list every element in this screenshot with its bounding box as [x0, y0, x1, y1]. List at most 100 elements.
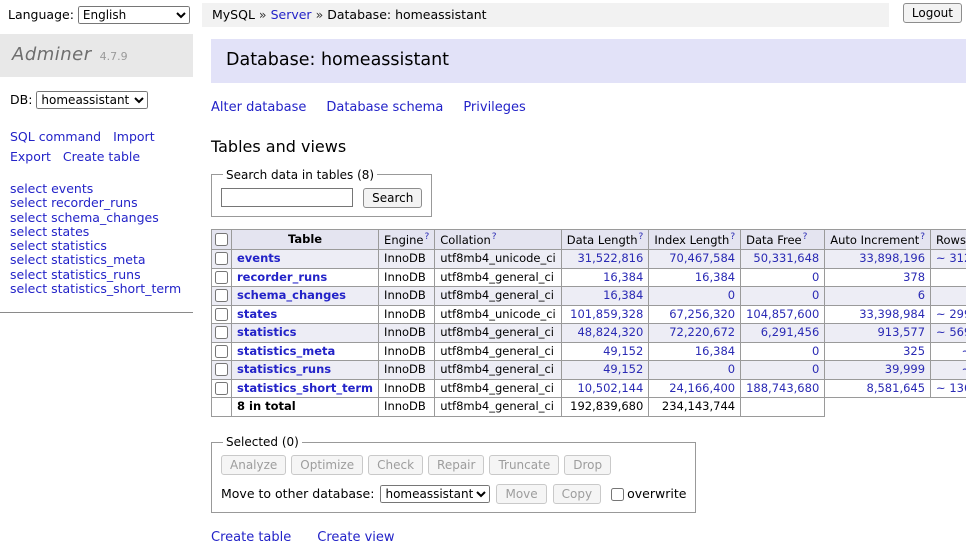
selected-legend: Selected (0) — [223, 434, 302, 450]
db-selector-row: DB:homeassistant — [0, 89, 193, 117]
col-header-table: Table — [232, 229, 379, 249]
cell-auto-increment: 378 — [825, 268, 931, 287]
row-checkbox-cell — [212, 342, 232, 361]
sidebar-select-statistics-meta[interactable]: select statistics_meta — [10, 253, 183, 266]
nav-link-privileges[interactable]: Privileges — [463, 100, 526, 115]
row-checkbox[interactable] — [215, 252, 228, 265]
sidebar-select-events[interactable]: select events — [10, 182, 183, 195]
action-button-repair[interactable]: Repair — [428, 455, 484, 475]
cell-engine: InnoDB — [379, 342, 435, 361]
sidebar-select-schema-changes[interactable]: select schema_changes — [10, 211, 183, 224]
action-button-truncate[interactable]: Truncate — [489, 455, 559, 475]
breadcrumb-current: Database: homeassistant — [327, 7, 486, 22]
cell-index-length: 16,384 — [649, 268, 741, 287]
search-input[interactable] — [221, 188, 353, 207]
select-all-checkbox[interactable] — [215, 233, 228, 246]
sidebar-link-create-table[interactable]: Create table — [63, 149, 140, 164]
overwrite-checkbox[interactable] — [611, 488, 624, 501]
sidebar-link-import[interactable]: Import — [113, 129, 155, 144]
nav-link-database-schema[interactable]: Database schema — [326, 100, 443, 115]
help-link[interactable]: ? — [492, 232, 497, 242]
move-button[interactable]: Move — [496, 484, 546, 504]
move-label: Move to other database: — [221, 486, 374, 503]
action-button-optimize[interactable]: Optimize — [291, 455, 363, 475]
table-link-schema-changes[interactable]: schema_changes — [237, 288, 346, 302]
sidebar-select-recorder-runs[interactable]: select recorder_runs — [10, 196, 183, 209]
action-button-drop[interactable]: Drop — [564, 455, 611, 475]
row-checkbox[interactable] — [215, 382, 228, 395]
search-button[interactable]: Search — [363, 188, 422, 208]
row-checkbox-cell — [212, 324, 232, 343]
table-link-statistics-runs[interactable]: statistics_runs — [237, 362, 331, 376]
row-checkbox[interactable] — [215, 326, 228, 339]
row-checkbox[interactable] — [215, 289, 228, 302]
help-link[interactable]: ? — [803, 232, 808, 242]
col-header-collation: Collation? — [435, 229, 562, 249]
sidebar-link-sql-command[interactable]: SQL command — [10, 129, 101, 144]
language-select[interactable]: English — [78, 6, 190, 24]
tables-heading: Tables and views — [211, 136, 966, 158]
table-row: statesInnoDButf8mb4_unicode_ci101,859,32… — [212, 305, 966, 324]
action-button-analyze[interactable]: Analyze — [221, 455, 286, 475]
cell-collation: utf8mb4_unicode_ci — [435, 250, 562, 269]
sidebar-select-statistics[interactable]: select statistics — [10, 239, 183, 252]
table-link-statistics-meta[interactable]: statistics_meta — [237, 344, 335, 358]
move-db-select[interactable]: homeassistant — [380, 485, 490, 503]
link-create-view[interactable]: Create view — [317, 530, 394, 543]
db-select[interactable]: homeassistant — [36, 91, 148, 109]
sidebar-select-statistics-short-term[interactable]: select statistics_short_term — [10, 282, 183, 295]
cell-data-free: 0 — [741, 361, 825, 380]
cell-table-name: recorder_runs — [232, 268, 379, 287]
cell-data-free: 188,743,680 — [741, 379, 825, 398]
action-button-check[interactable]: Check — [368, 455, 423, 475]
cell-data-length: 48,824,320 — [561, 324, 649, 343]
breadcrumb: MySQL»Server»Database: homeassistant — [202, 3, 889, 27]
link-create-table[interactable]: Create table — [211, 530, 291, 543]
cell-data-length: 16,384 — [561, 268, 649, 287]
help-link[interactable]: ? — [424, 232, 429, 242]
cell-auto-increment: 39,999 — [825, 361, 931, 380]
cell-rows: ~ 569,159 — [931, 324, 966, 343]
row-checkbox[interactable] — [215, 345, 228, 358]
breadcrumb-separator: » — [316, 7, 324, 22]
table-link-states[interactable]: states — [237, 307, 277, 321]
cell-rows: ~ 136,108 — [931, 379, 966, 398]
help-link[interactable]: ? — [730, 232, 735, 242]
table-link-statistics-short-term[interactable]: statistics_short_term — [237, 381, 373, 395]
overwrite-label: overwrite — [627, 486, 686, 503]
sidebar-link-export[interactable]: Export — [10, 149, 51, 164]
col-header-data-length: Data Length? — [561, 229, 649, 249]
table-link-events[interactable]: events — [237, 251, 281, 265]
logout-button[interactable]: Logout — [903, 3, 962, 23]
sidebar-select-states[interactable]: select states — [10, 225, 183, 238]
table-link-recorder-runs[interactable]: recorder_runs — [237, 270, 327, 284]
cell-rows: ~ 312,180 — [931, 250, 966, 269]
col-header-engine: Engine? — [379, 229, 435, 249]
cell-auto-increment: 6 — [825, 287, 931, 306]
overwrite-option: overwrite — [611, 486, 686, 503]
copy-button[interactable]: Copy — [553, 484, 601, 504]
row-checkbox[interactable] — [215, 308, 228, 321]
cell-index-length: 0 — [649, 287, 741, 306]
cell-table-name: schema_changes — [232, 287, 379, 306]
app-title: Adminer 4.7.9 — [0, 34, 193, 77]
row-checkbox[interactable] — [215, 363, 228, 376]
cell-table-name: statistics_short_term — [232, 379, 379, 398]
cell-rows: ~ 5 — [931, 268, 966, 287]
cell-engine: InnoDB — [379, 361, 435, 380]
sidebar-select-statistics-runs[interactable]: select statistics_runs — [10, 268, 183, 281]
cell-collation: utf8mb4_general_ci — [435, 342, 562, 361]
help-link[interactable]: ? — [639, 232, 644, 242]
cell-index-length: 70,467,584 — [649, 250, 741, 269]
row-checkbox[interactable] — [215, 271, 228, 284]
help-link[interactable]: ? — [920, 232, 925, 242]
database-nav-links: Alter database Database schema Privileges — [211, 99, 966, 117]
sidebar-table-links: select eventsselect recorder_runsselect … — [0, 166, 193, 295]
create-links: Create table Create view — [211, 529, 966, 543]
cell-index-length: 16,384 — [649, 342, 741, 361]
nav-link-alter-database[interactable]: Alter database — [211, 100, 306, 115]
table-row: statistics_metaInnoDButf8mb4_general_ci4… — [212, 342, 966, 361]
cell-data-free: 0 — [741, 268, 825, 287]
breadcrumb-server-link[interactable]: Server — [271, 7, 312, 22]
table-link-statistics[interactable]: statistics — [237, 325, 297, 339]
